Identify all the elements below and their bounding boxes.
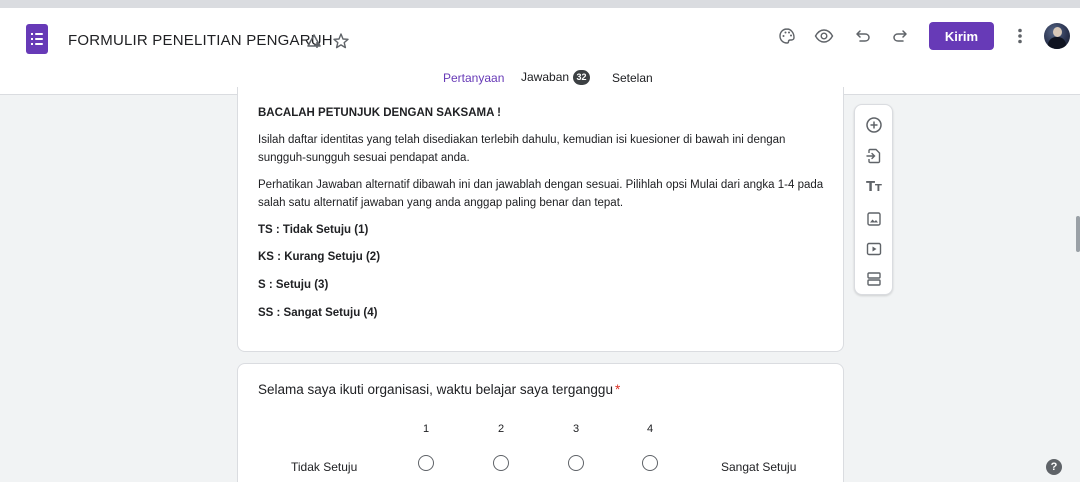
add-section-icon[interactable] <box>864 269 884 289</box>
radio-option-3[interactable] <box>568 455 584 471</box>
help-icon[interactable]: ? <box>1046 459 1062 475</box>
scale-high-label: Sangat Setuju <box>721 460 797 474</box>
scale-number-2: 2 <box>497 423 505 435</box>
responses-count-badge: 32 <box>573 70 591 85</box>
scrollbar-thumb[interactable] <box>1076 216 1080 252</box>
required-asterisk: * <box>614 382 621 397</box>
add-question-icon[interactable] <box>864 115 884 135</box>
add-title-icon[interactable]: TT <box>864 177 884 197</box>
import-questions-icon[interactable] <box>864 146 884 166</box>
scale-number-3: 3 <box>572 423 580 435</box>
more-vert-icon[interactable] <box>1012 26 1028 46</box>
scale-item-ts: TS : Tidak Setuju (1) <box>258 224 369 236</box>
palette-icon[interactable] <box>777 26 797 46</box>
radio-option-2[interactable] <box>493 455 509 471</box>
send-button[interactable]: Kirim <box>929 22 994 50</box>
redo-icon[interactable] <box>890 26 910 46</box>
question-card[interactable]: Selama saya ikuti organisasi, waktu bela… <box>237 363 844 482</box>
add-image-icon[interactable] <box>864 209 884 229</box>
instructions-card[interactable]: BACALAH PETUNJUK DENGAN SAKSAMA ! Isilah… <box>237 87 844 352</box>
radio-option-4[interactable] <box>642 455 658 471</box>
instructions-heading: BACALAH PETUNJUK DENGAN SAKSAMA ! <box>258 107 501 119</box>
undo-icon[interactable] <box>853 26 873 46</box>
scale-low-label: Tidak Setuju <box>291 460 358 474</box>
avatar[interactable] <box>1044 23 1070 49</box>
scale-number-4: 4 <box>646 423 654 435</box>
question-title[interactable]: Selama saya ikuti organisasi, waktu bela… <box>258 382 620 397</box>
scale-number-1: 1 <box>422 423 430 435</box>
floating-toolbar: TT <box>854 104 893 295</box>
forms-icon[interactable] <box>26 24 48 54</box>
scale-item-ss: SS : Sangat Setuju (4) <box>258 307 378 319</box>
move-to-folder-icon[interactable] <box>303 30 325 52</box>
instructions-paragraph-1: Isilah daftar identitas yang telah dised… <box>258 134 786 164</box>
add-video-icon[interactable] <box>864 239 884 259</box>
top-strip <box>0 0 1080 8</box>
scale-item-ks: KS : Kurang Setuju (2) <box>258 251 381 263</box>
form-title[interactable]: FORMULIR PENELITIAN PENGARUH <box>68 32 333 49</box>
preview-eye-icon[interactable] <box>813 26 835 46</box>
scale-item-s: S : Setuju (3) <box>258 279 329 291</box>
radio-option-1[interactable] <box>418 455 434 471</box>
instructions-paragraph-2: Perhatikan Jawaban alternatif dibawah in… <box>258 179 824 209</box>
star-icon[interactable] <box>330 30 352 52</box>
app-header: FORMULIR PENELITIAN PENGARUH Kirim Perta… <box>0 8 1080 95</box>
